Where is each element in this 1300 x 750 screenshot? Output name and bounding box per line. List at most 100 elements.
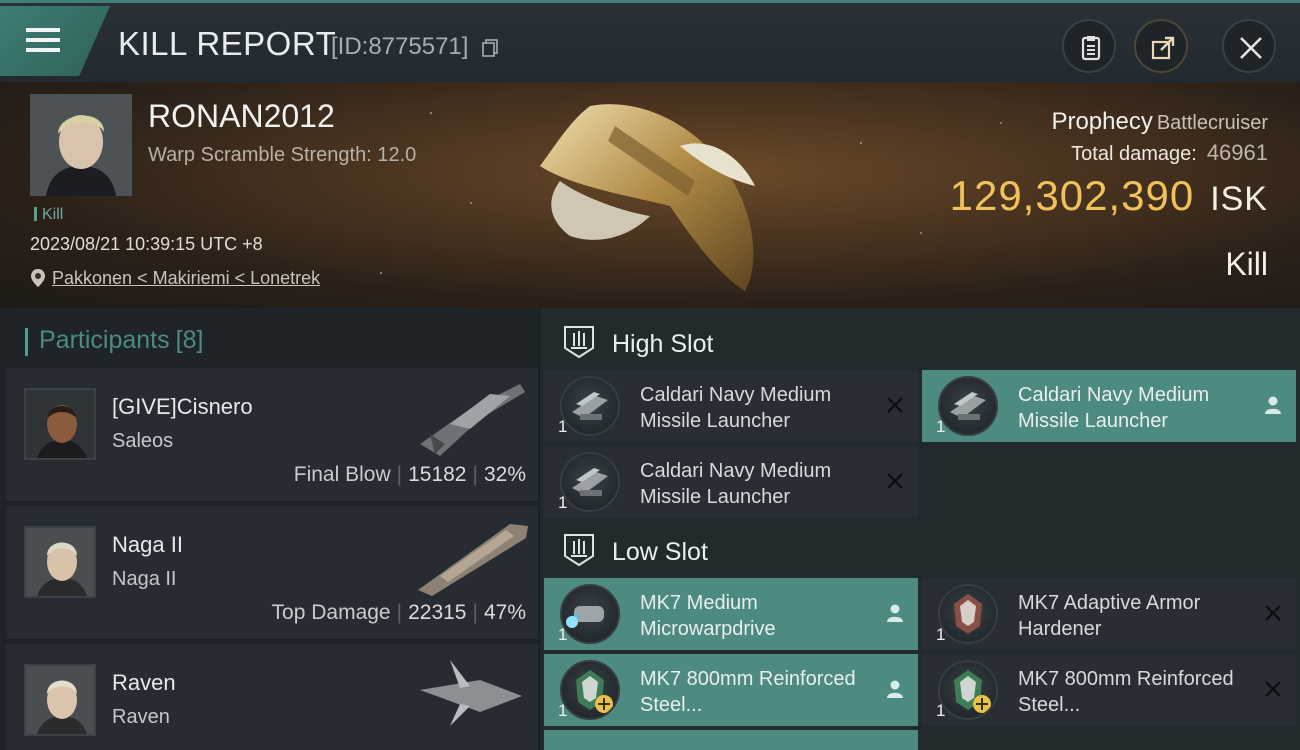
page-title: KILL REPORT <box>118 25 337 62</box>
share-icon <box>1151 36 1175 60</box>
menu-button[interactable] <box>0 6 110 76</box>
fitting-item[interactable]: 1 MK7 Medium Microwarpdrive <box>544 578 918 650</box>
victim-avatar[interactable] <box>30 94 132 196</box>
fitting-item[interactable]: 1 Caldari Navy Medium Missile Launcher <box>544 446 918 518</box>
victim-banner: RONAN2012 Warp Scramble Strength: 12.0 K… <box>0 82 1300 308</box>
armor-hardener-icon <box>938 584 998 644</box>
menu-icon-bar <box>26 38 60 42</box>
participant-portrait <box>26 528 94 596</box>
copy-icon[interactable] <box>482 39 498 57</box>
high-slot-label: High Slot <box>612 330 714 358</box>
clipboard-icon <box>1081 36 1101 61</box>
missile-launcher-icon <box>938 376 998 436</box>
fitting-item[interactable]: 1 MK7 Adaptive Armor Hardener <box>922 578 1296 650</box>
item-name: MK7 Medium Microwarpdrive <box>640 592 776 640</box>
participant-ship-image <box>418 524 528 596</box>
clipboard-button[interactable] <box>1062 19 1116 73</box>
avatar <box>24 526 96 598</box>
fitting-item[interactable]: 1 MK7 800mm Reinforced Steel... <box>544 654 918 726</box>
ship-class: Battlecruiser <box>1156 112 1268 134</box>
isk-amount: 129,302,390 <box>949 172 1195 219</box>
item-name: Caldari Navy Medium Missile Launcher <box>640 460 832 508</box>
report-id: [ID:8775571] <box>331 33 469 60</box>
victim-ship-type: Prophecy Battlecruiser <box>1051 108 1268 136</box>
participant-ship-image <box>420 384 525 456</box>
destroyed-icon <box>1265 605 1281 621</box>
victim-name: RONAN2012 <box>148 98 335 134</box>
fitting-panel: High Slot 1 Caldari Navy Medium Missile … <box>540 308 1300 750</box>
participant-percent: 47% <box>483 601 526 624</box>
participant-name: Raven <box>112 670 176 695</box>
warp-scramble-strength: Warp Scramble Strength: 12.0 <box>148 144 417 166</box>
participant-row[interactable]: Raven Raven <box>6 644 538 750</box>
participants-header: Participants [8] <box>25 326 204 356</box>
avatar <box>24 664 96 736</box>
item-quantity: 1 <box>558 701 568 720</box>
participant-stats: Top Damage | 22315 | 47% <box>271 601 526 624</box>
kill-tag: Kill <box>34 206 63 224</box>
low-slot-label: Low Slot <box>612 538 708 566</box>
item-quantity: 1 <box>936 625 946 644</box>
item-quantity: 1 <box>936 701 946 720</box>
microwarpdrive-icon <box>560 584 620 644</box>
participant-name: [GIVE]Cisnero <box>112 394 253 419</box>
item-quantity: 1 <box>936 417 946 436</box>
victim-ship-image <box>540 104 755 291</box>
participant-percent: 32% <box>483 463 526 486</box>
participant-portrait <box>26 390 94 458</box>
menu-icon-bar <box>26 48 60 52</box>
destroyed-icon <box>887 473 903 489</box>
participant-ship: Naga II <box>112 568 177 590</box>
participants-title: Participants <box>39 326 170 354</box>
participant-ship: Raven <box>112 706 170 728</box>
participant-row[interactable]: Naga II Naga II Top Damage | 22315 | 47% <box>6 506 538 640</box>
missile-launcher-icon <box>560 452 620 512</box>
high-slot-icon <box>564 326 594 359</box>
close-button[interactable] <box>1222 19 1276 73</box>
participant-name: Naga II <box>112 532 183 557</box>
participant-stats: Final Blow | 15182 | 32% <box>293 463 526 486</box>
participant-role: Top Damage <box>271 601 391 624</box>
location-link[interactable]: Pakkonen < Makiriemi < Lonetrek <box>52 268 320 289</box>
fitting-item[interactable]: 1 Caldari Navy Medium Missile Launcher <box>544 370 918 442</box>
person-icon <box>887 680 903 698</box>
portrait-image <box>30 94 132 196</box>
participant-damage: 15182 <box>408 463 467 486</box>
person-icon <box>887 604 903 622</box>
participant-ship-image <box>420 660 522 726</box>
item-name: MK7 Adaptive Armor Hardener <box>1018 592 1201 640</box>
item-name: Caldari Navy Medium Missile Launcher <box>640 384 832 432</box>
participant-row[interactable]: [GIVE]Cisnero Saleos Final Blow | 15182 | 32… <box>6 368 538 502</box>
participant-portrait <box>26 666 94 734</box>
participant-role: Final Blow <box>293 463 391 486</box>
result-label: Kill <box>1225 246 1268 282</box>
item-quantity: 1 <box>558 625 568 644</box>
armor-plate-icon <box>560 660 620 720</box>
destroyed-icon <box>887 397 903 413</box>
participant-damage: 22315 <box>408 601 467 624</box>
item-quantity: 1 <box>558 493 568 512</box>
fitting-item[interactable]: 1 Caldari Navy Medium Missile Launcher <box>922 370 1296 442</box>
kill-timestamp: 2023/08/21 10:39:15 UTC +8 <box>30 234 263 254</box>
participants-panel: Participants [8] [GIVE]Cisnero Saleos Fin… <box>0 308 540 750</box>
fitting-item-partial[interactable] <box>544 730 918 750</box>
total-damage: Total damage: 46961 <box>1071 140 1268 166</box>
missile-launcher-icon <box>560 376 620 436</box>
fitting-item[interactable]: 1 MK7 800mm Reinforced Steel... <box>922 654 1296 726</box>
menu-icon <box>26 28 60 32</box>
armor-plate-icon <box>938 660 998 720</box>
avatar <box>24 388 96 460</box>
location-pin-icon <box>31 269 45 287</box>
item-name: MK7 800mm Reinforced Steel... <box>1018 668 1234 716</box>
person-icon <box>1265 396 1281 414</box>
total-damage-value: 46961 <box>1206 140 1268 165</box>
item-name: Caldari Navy Medium Missile Launcher <box>1018 384 1210 432</box>
participants-count: [8] <box>175 326 204 354</box>
ship-name: Prophecy <box>1051 108 1153 135</box>
top-bar: KILL REPORT [ID:8775571] <box>0 0 1300 82</box>
isk-value: 129,302,390 ISK <box>950 172 1268 220</box>
close-icon <box>1240 37 1262 59</box>
item-quantity: 1 <box>558 417 568 436</box>
participant-ship: Saleos <box>112 430 174 452</box>
share-button[interactable] <box>1134 19 1188 73</box>
